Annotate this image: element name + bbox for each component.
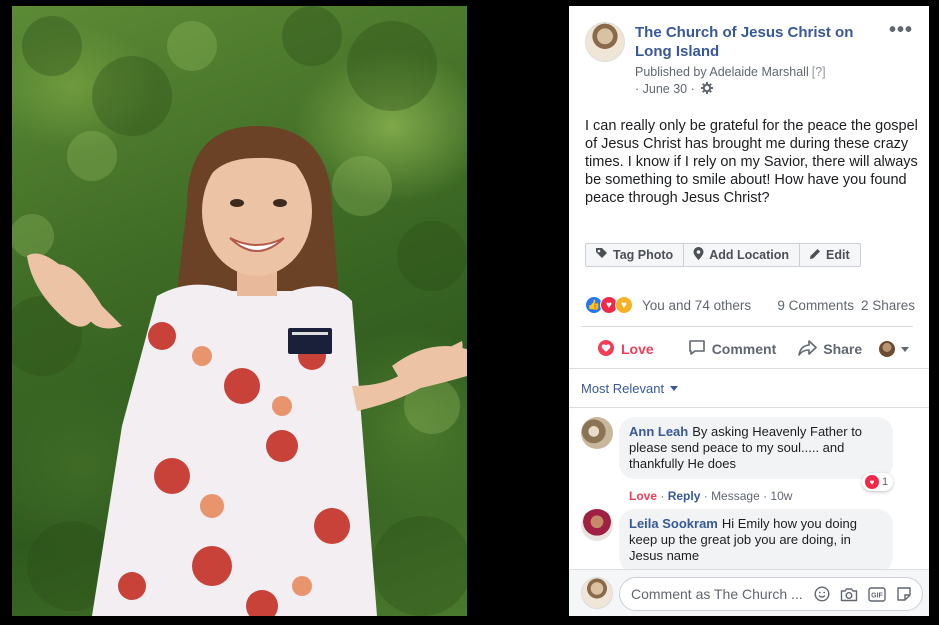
divider [581,326,913,327]
chevron-down-icon [901,346,909,352]
published-by: Published by Adelaide Marshall [?] [635,65,826,79]
published-help[interactable]: [?] [812,65,826,79]
comment-reaction-count: 1 [882,476,889,488]
comment-button[interactable]: Comment [688,339,777,359]
love-reaction-icon: ♥ [865,475,879,489]
comment-composer: Comment as The Church ... GIF [569,569,929,616]
comment-author[interactable]: Ann Leah [629,424,688,439]
add-location-label: Add Location [709,248,790,262]
comment-avatar[interactable] [581,509,613,541]
location-icon [693,247,709,263]
photo-action-bar: Tag Photo Add Location Edit [585,243,861,267]
reaction-icons[interactable]: 👍 ♥ ♥ [585,296,633,314]
post-text: I can really only be grateful for the pe… [585,118,918,206]
comment-reply-link[interactable]: Reply [668,489,701,503]
tag-icon [595,247,613,263]
love-button[interactable]: Love [597,339,654,359]
comments-count[interactable]: 9 Comments [777,298,854,313]
sticker-icon[interactable] [896,586,912,602]
react-as-selector[interactable] [879,341,909,357]
love-label: Love [621,341,654,357]
comment-placeholder: Comment as The Church ... [631,586,803,602]
divider [569,407,929,408]
comment-icon [688,339,712,359]
reaction-summary-text[interactable]: You and 74 others [642,298,751,313]
post-date[interactable]: · June 30 · [635,82,695,96]
comment-message-time[interactable]: · Message · 10w [704,489,793,503]
composer-icons: GIF [814,586,922,602]
avatar [581,577,613,609]
tag-photo-button[interactable]: Tag Photo [586,244,685,266]
camera-icon[interactable] [840,587,858,602]
comment-bubble: Ann Leah By asking Heavenly Father to ple… [619,417,893,479]
chevron-down-icon [670,386,679,391]
comment-input[interactable]: Comment as The Church ... GIF [619,577,923,611]
edit-label: Edit [826,248,850,262]
post-photo[interactable] [12,6,467,616]
more-options-icon[interactable]: ••• [889,20,913,40]
post-panel: The Church of Jesus Christ on Long Islan… [569,6,929,616]
comment-love-link[interactable]: Love [629,489,657,503]
photo-viewer [0,0,568,625]
comment-author[interactable]: Leila Sookram [629,516,718,531]
heart-icon [597,339,621,359]
published-by-text: Published by Adelaide Marshall [635,65,809,79]
comment-reaction-badge[interactable]: ♥ 1 [862,473,894,491]
comment-bubble: Leila Sookram Hi Emily how you doing keep… [619,509,893,573]
gif-icon[interactable]: GIF [868,586,886,602]
reactions-summary: 👍 ♥ ♥ You and 74 others 9 Comments 2 Shar… [585,295,915,315]
pencil-icon [809,248,826,263]
tag-photo-label: Tag Photo [613,248,674,262]
care-reaction-icon: ♥ [615,296,633,314]
gear-icon[interactable] [701,82,714,97]
shares-count[interactable]: 2 Shares [861,298,915,313]
comment-sort-dropdown[interactable]: Most Relevant [581,381,679,396]
page-avatar[interactable] [585,22,625,62]
photo-illustration [12,6,467,616]
comment-meta: Love · Reply · Message · 10w [629,489,793,503]
page-name-link[interactable]: The Church of Jesus Christ on Long Islan… [635,23,885,61]
share-button[interactable]: Share [798,339,863,359]
edit-button[interactable]: Edit [800,244,860,266]
share-label: Share [823,341,863,357]
comment-avatar[interactable] [581,417,613,449]
svg-text:GIF: GIF [871,592,883,599]
post-date-line: · June 30 · [635,82,714,97]
post-header: The Church of Jesus Christ on Long Islan… [569,6,929,106]
comment-sort-label: Most Relevant [581,381,665,396]
avatar [879,341,895,357]
add-location-button[interactable]: Add Location [684,244,801,266]
engagement-counts: 9 Comments 2 Shares [777,298,915,313]
emoji-icon[interactable] [814,586,830,602]
comment-label: Comment [711,341,777,357]
share-icon [798,339,823,359]
post-action-buttons: Love Comment Share [581,332,913,366]
